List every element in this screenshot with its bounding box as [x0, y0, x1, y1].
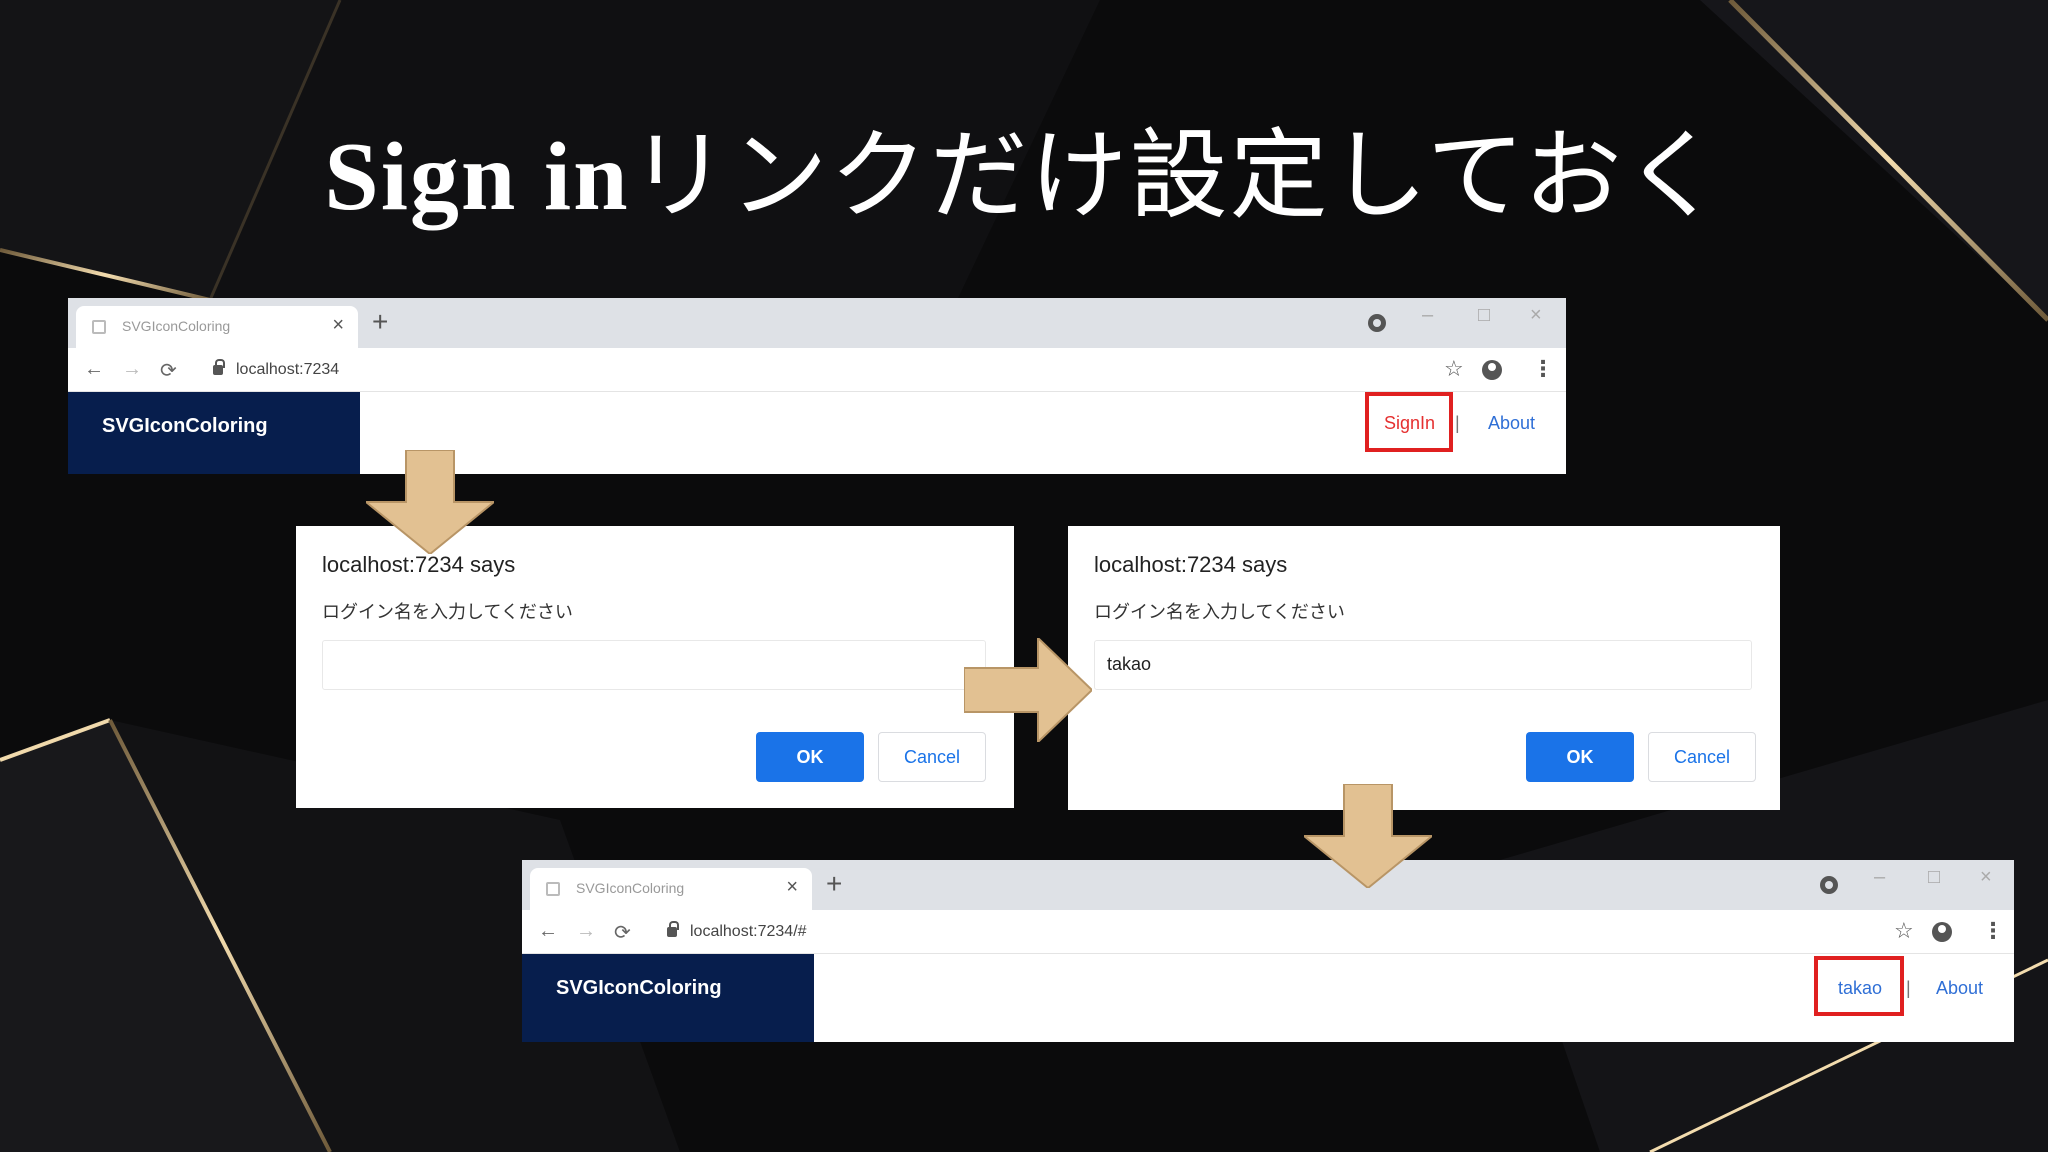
- minimize-icon[interactable]: –: [1422, 304, 1433, 327]
- browser-tab[interactable]: SVGIconColoring ×: [76, 306, 358, 348]
- star-icon[interactable]: ☆: [1894, 918, 1914, 944]
- tab-title: SVGIconColoring: [122, 318, 231, 334]
- ok-button[interactable]: OK: [1526, 732, 1634, 782]
- tab-bar: SVGIconColoring × + – □ ×: [522, 860, 2014, 910]
- browser-window-after: SVGIconColoring × + – □ × ← → ⟳ localhos…: [522, 860, 2014, 1042]
- nav-separator: |: [1455, 413, 1460, 433]
- browser-window-before: SVGIconColoring × + – □ × ← → ⟳ localhos…: [68, 298, 1566, 474]
- forward-icon[interactable]: →: [576, 920, 596, 943]
- kebab-icon[interactable]: ⋮: [1982, 918, 2004, 944]
- account-icon[interactable]: [1482, 360, 1502, 380]
- favicon-icon: [546, 882, 560, 896]
- about-link[interactable]: About: [1936, 978, 1983, 999]
- window-close-icon[interactable]: ×: [1980, 866, 1992, 889]
- address-bar: ← → ⟳ localhost:7234 ☆ ⋮: [68, 348, 1566, 392]
- highlight-box: [1365, 392, 1453, 452]
- prompt-dialog-empty: localhost:7234 says ログイン名を入力してください OK Ca…: [296, 526, 1014, 808]
- dialog-message: ログイン名を入力してください: [322, 602, 573, 622]
- ok-button[interactable]: OK: [756, 732, 864, 782]
- reload-icon[interactable]: ⟳: [160, 358, 177, 383]
- slide-title: Sign inリンクだけ設定しておく: [0, 128, 2048, 226]
- forward-icon[interactable]: →: [122, 358, 142, 381]
- lock-icon: [667, 921, 679, 937]
- dialog-title: localhost:7234 says: [322, 552, 516, 577]
- star-icon[interactable]: ☆: [1444, 356, 1464, 382]
- highlight-box: [1814, 956, 1904, 1016]
- login-name-input[interactable]: [322, 640, 986, 690]
- url-field[interactable]: localhost:7234: [236, 361, 339, 379]
- app-brand[interactable]: SVGIconColoring: [522, 954, 814, 1042]
- favicon-icon: [92, 320, 106, 334]
- close-icon[interactable]: ×: [786, 876, 798, 899]
- close-icon[interactable]: ×: [332, 314, 344, 337]
- arrow-down-icon: [366, 450, 494, 554]
- window-close-icon[interactable]: ×: [1530, 304, 1542, 327]
- account-icon[interactable]: [1932, 922, 1952, 942]
- title-latin: Sign in: [324, 123, 630, 231]
- plus-icon[interactable]: +: [826, 868, 842, 900]
- dialog-title: localhost:7234 says: [1094, 552, 1288, 577]
- maximize-icon[interactable]: □: [1478, 304, 1490, 327]
- nav-separator: |: [1906, 978, 1911, 998]
- about-link[interactable]: About: [1488, 413, 1535, 434]
- title-japanese: リンクだけ設定しておく: [629, 123, 1724, 231]
- address-bar: ← → ⟳ localhost:7234/# ☆ ⋮: [522, 910, 2014, 954]
- lock-icon: [213, 359, 225, 375]
- minimize-icon[interactable]: –: [1874, 866, 1885, 889]
- arrow-right-icon: [964, 638, 1092, 742]
- plus-icon[interactable]: +: [372, 306, 388, 338]
- dialog-message: ログイン名を入力してください: [1094, 602, 1345, 622]
- record-icon[interactable]: [1368, 314, 1386, 332]
- tab-title: SVGIconColoring: [576, 880, 685, 896]
- url-field[interactable]: localhost:7234/#: [690, 923, 807, 941]
- reload-icon[interactable]: ⟳: [614, 920, 631, 945]
- browser-tab[interactable]: SVGIconColoring ×: [530, 868, 812, 910]
- tab-bar: SVGIconColoring × + – □ ×: [68, 298, 1566, 348]
- app-brand[interactable]: SVGIconColoring: [68, 392, 360, 474]
- maximize-icon[interactable]: □: [1928, 866, 1940, 889]
- arrow-down-icon: [1304, 784, 1432, 888]
- record-icon[interactable]: [1820, 876, 1838, 894]
- kebab-icon[interactable]: ⋮: [1532, 356, 1554, 382]
- back-icon[interactable]: ←: [538, 920, 558, 943]
- prompt-dialog-filled: localhost:7234 says ログイン名を入力してください takao…: [1068, 526, 1780, 810]
- back-icon[interactable]: ←: [84, 358, 104, 381]
- login-name-input[interactable]: takao: [1094, 640, 1752, 690]
- cancel-button[interactable]: Cancel: [1648, 732, 1756, 782]
